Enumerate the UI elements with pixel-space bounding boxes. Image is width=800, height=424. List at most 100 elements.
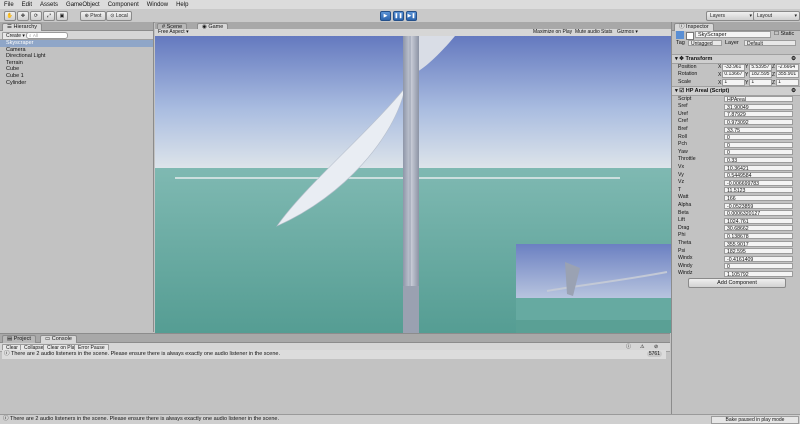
game-viewport[interactable]: [155, 36, 671, 333]
field-value[interactable]: 0: [724, 141, 793, 148]
hierarchy-item[interactable]: Camera: [0, 47, 153, 54]
mute-audio-toggle[interactable]: Mute audio: [575, 29, 600, 35]
console-log-row[interactable]: ⓘ There are 2 audio listeners in the sce…: [2, 350, 666, 359]
layers-dropdown[interactable]: Layers ▾: [706, 11, 755, 21]
static-toggle[interactable]: ☐ Static: [774, 31, 794, 38]
local-toggle[interactable]: ⊙ Local: [106, 11, 132, 21]
transform-x-field[interactable]: X -33.961: [718, 63, 746, 71]
script-field-row: Uref 7.87929: [672, 111, 800, 119]
field-value[interactable]: 1024.761: [724, 217, 793, 224]
menu-component[interactable]: Component: [104, 0, 143, 9]
field-value[interactable]: 0: [724, 134, 793, 141]
hand-tool-button[interactable]: ✋: [4, 11, 16, 21]
field-label: Bref: [678, 125, 688, 132]
hierarchy-item[interactable]: Cube 1: [0, 73, 153, 80]
axis-value[interactable]: 5.53957: [749, 63, 773, 71]
field-value[interactable]: 1.105792: [724, 271, 793, 278]
stats-toggle[interactable]: Stats: [601, 29, 612, 35]
field-value[interactable]: -0.0523859: [724, 202, 793, 209]
menu-edit[interactable]: Edit: [18, 0, 36, 9]
static-label: Static: [780, 31, 795, 37]
hierarchy-item[interactable]: Directional Light: [0, 53, 153, 60]
field-value[interactable]: HPAreal: [724, 96, 793, 103]
tab-hierarchy[interactable]: ☰ Hierarchy: [2, 23, 43, 31]
aspect-dropdown[interactable]: Free Aspect ▾: [158, 29, 218, 35]
field-value[interactable]: 0: [724, 263, 793, 270]
axis-value[interactable]: -33.961: [722, 63, 746, 71]
tag-dropdown[interactable]: Untagged: [688, 40, 722, 47]
field-value[interactable]: 33.75: [724, 126, 793, 133]
field-value[interactable]: 0.33: [724, 157, 793, 164]
menu-assets[interactable]: Assets: [36, 0, 62, 9]
search-placeholder: All: [32, 33, 38, 38]
script-enabled-checkbox[interactable]: ☑: [679, 88, 684, 94]
script-header[interactable]: ▾ ☑ HP Areal (Script) ⚙: [672, 86, 800, 96]
gear-icon[interactable]: ⚙: [791, 87, 796, 95]
field-value[interactable]: 355.9017: [724, 240, 793, 247]
field-value[interactable]: 0.138678: [724, 233, 793, 240]
tab-project[interactable]: ▤ Project: [2, 335, 36, 343]
axis-value[interactable]: 355.901: [776, 71, 800, 79]
field-value[interactable]: 0.973092: [724, 119, 793, 126]
field-value[interactable]: -0.006699783: [724, 179, 793, 186]
move-tool-button[interactable]: ✥: [17, 11, 29, 21]
tab-inspector[interactable]: ⓘ Inspector: [674, 23, 714, 31]
field-value[interactable]: 0.0006320127: [724, 210, 793, 217]
menu-window[interactable]: Window: [143, 0, 172, 9]
gear-icon[interactable]: ⚙: [791, 55, 796, 63]
menu-help[interactable]: Help: [172, 0, 192, 9]
field-label: Windx: [678, 255, 693, 262]
field-value[interactable]: 10.36421: [724, 164, 793, 171]
hierarchy-item[interactable]: Skyscraper: [0, 40, 153, 47]
script-field-row: Lift 1024.761: [672, 217, 800, 225]
hierarchy-item[interactable]: Terrain: [0, 60, 153, 67]
menu-gameobject[interactable]: GameObject: [62, 0, 104, 9]
step-button[interactable]: ▶❚: [406, 11, 417, 21]
add-component-button[interactable]: Add Component: [688, 278, 786, 288]
field-value[interactable]: 7.87929: [724, 111, 793, 118]
axis-value[interactable]: 0.13667: [722, 71, 746, 79]
transform-y-field[interactable]: Y 5.53957: [745, 63, 773, 71]
transform-header[interactable]: ▾ ✥ Transform ⚙: [672, 54, 800, 64]
transform-x-field[interactable]: X1: [718, 79, 746, 87]
rect-tool-button[interactable]: ▣: [56, 11, 68, 21]
menu-file[interactable]: File: [0, 0, 18, 9]
gizmos-dropdown[interactable]: Gizmos ▾: [617, 29, 638, 35]
play-button[interactable]: ▶: [380, 11, 391, 21]
maximize-on-play-toggle[interactable]: Maximize on Play: [533, 29, 572, 35]
hierarchy-item[interactable]: Cube: [0, 66, 153, 73]
rotate-tool-button[interactable]: ⟳: [30, 11, 42, 21]
tab-console[interactable]: ▭ Console: [40, 335, 77, 343]
active-checkbox[interactable]: [686, 32, 694, 40]
field-label: Vy: [678, 171, 684, 178]
scale-tool-button[interactable]: ⤢: [43, 11, 55, 21]
axis-value[interactable]: -2.6664: [776, 63, 800, 71]
hierarchy-item[interactable]: Cylinder: [0, 80, 153, 87]
layer-dropdown[interactable]: Default: [744, 40, 796, 47]
field-value[interactable]: 11.5123: [724, 187, 793, 194]
field-value[interactable]: 182.595: [724, 248, 793, 255]
transform-z-field[interactable]: Z -2.6664: [772, 63, 800, 71]
status-message[interactable]: There are 2 audio listeners in the scene…: [10, 416, 279, 422]
axis-value[interactable]: 182.595: [749, 71, 773, 79]
field-value[interactable]: -0.4161409: [724, 255, 793, 262]
pivot-toggle[interactable]: ⊕ Pivot: [80, 11, 106, 21]
field-value[interactable]: 0: [724, 149, 793, 156]
transform-y-field[interactable]: Y 182.595: [745, 71, 773, 79]
object-name-field[interactable]: SkyScraper: [695, 31, 771, 38]
field-value[interactable]: 30.68662: [724, 225, 793, 232]
pause-button[interactable]: ❚❚: [393, 11, 404, 21]
field-value[interactable]: 0.5449584: [724, 172, 793, 179]
inspector-tab-label: Inspector: [686, 24, 709, 30]
create-button[interactable]: Create ▾: [2, 32, 29, 40]
field-value[interactable]: 166: [724, 195, 793, 202]
layout-dropdown[interactable]: Layout ▾: [753, 11, 800, 21]
hierarchy-search-input[interactable]: ⌕ All: [26, 32, 68, 39]
transform-z-field[interactable]: Z 355.901: [772, 71, 800, 79]
transform-x-field[interactable]: X 0.13667: [718, 71, 746, 79]
transform-z-field[interactable]: Z1: [772, 79, 800, 87]
field-label: Lift: [678, 217, 685, 224]
field-value[interactable]: 31.90049: [724, 103, 793, 110]
transform-y-field[interactable]: Y1: [745, 79, 773, 87]
console-tab-label: Console: [51, 336, 72, 342]
